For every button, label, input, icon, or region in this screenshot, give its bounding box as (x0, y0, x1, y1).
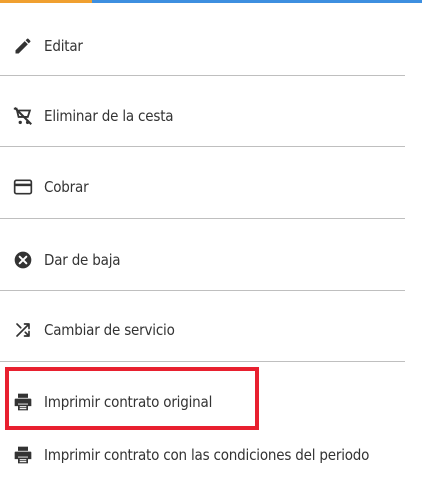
cart-remove-icon (12, 105, 34, 127)
pencil-icon (12, 35, 34, 57)
printer-icon (12, 444, 34, 466)
menu-item-label: Editar (44, 37, 83, 55)
menu-item-dar-de-baja[interactable]: Dar de baja (0, 246, 405, 274)
top-strip (0, 0, 422, 6)
menu-item-label: Cobrar (44, 178, 89, 196)
divider (0, 75, 405, 76)
menu-item-cobrar[interactable]: Cobrar (0, 173, 405, 201)
menu-item-label: Imprimir contrato con las condiciones de… (44, 446, 370, 464)
divider (0, 146, 405, 147)
cancel-circle-icon (12, 249, 34, 271)
divider (0, 218, 405, 219)
menu-item-label: Eliminar de la cesta (44, 107, 174, 125)
menu-item-cambiar-de-servicio[interactable]: Cambiar de servicio (0, 316, 405, 344)
menu-item-eliminar-de-la-cesta[interactable]: Eliminar de la cesta (0, 102, 405, 130)
divider (0, 361, 405, 362)
menu-item-label: Cambiar de servicio (44, 321, 175, 339)
menu-item-imprimir-contrato-condiciones-periodo[interactable]: Imprimir contrato con las condiciones de… (0, 441, 405, 469)
highlight-annotation-box (5, 367, 259, 430)
menu-item-editar[interactable]: Editar (0, 32, 405, 60)
shuffle-icon (12, 319, 34, 341)
divider (0, 290, 405, 291)
menu-item-label: Dar de baja (44, 251, 121, 269)
credit-card-icon (12, 176, 34, 198)
